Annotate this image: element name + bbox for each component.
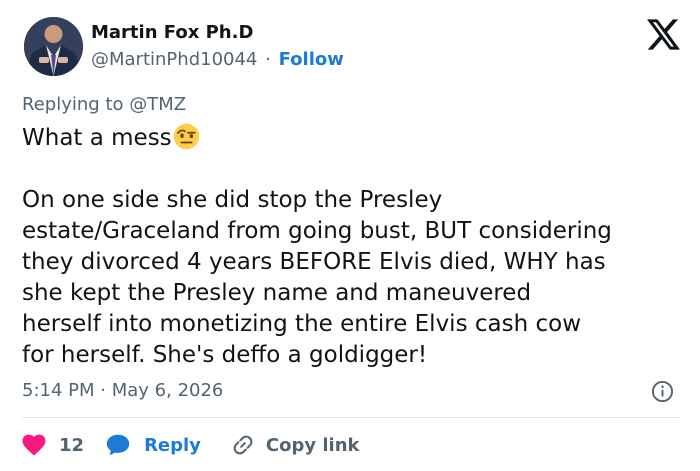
- x-logo-icon[interactable]: [647, 19, 680, 50]
- reply-context: Replying to @TMZ: [22, 94, 186, 115]
- tweet-first-line-text: What a mess: [22, 125, 172, 151]
- divider: [22, 417, 680, 418]
- like-button[interactable]: 12: [22, 434, 84, 456]
- tweet-time: 5:14 PM: [22, 380, 95, 401]
- reply-label: Reply: [144, 434, 201, 456]
- face-with-raised-eyebrow-icon: [173, 123, 199, 150]
- tweet-date: May 6, 2026: [111, 380, 224, 401]
- tweet-line: they divorced 4 years BEFORE Elvis died,…: [22, 249, 606, 275]
- copy-link-button[interactable]: Copy link: [232, 434, 360, 456]
- info-icon[interactable]: [651, 380, 674, 403]
- speech-bubble-icon: [106, 434, 130, 456]
- link-icon: [233, 435, 253, 455]
- tweet-timestamp[interactable]: 5:14 PM · May 6, 2026: [22, 380, 223, 401]
- follow-button[interactable]: Follow: [279, 49, 344, 70]
- tweet-line: for herself. She's deffo a goldigger!: [22, 342, 428, 368]
- handle-separator: ·: [265, 49, 271, 70]
- timestamp-separator: ·: [100, 380, 106, 401]
- tweet-first-line: What a mess: [22, 123, 682, 154]
- heart-icon: [22, 434, 46, 456]
- tweet-line: estate/Graceland from going bust, BUT co…: [22, 218, 612, 244]
- action-bar: 12 Reply Copy link: [22, 430, 360, 460]
- author-name[interactable]: Martin Fox Ph.D: [91, 22, 253, 43]
- copy-link-label: Copy link: [265, 434, 360, 456]
- reply-button[interactable]: Reply: [106, 434, 201, 456]
- tweet-text: What a mess On one side she did stop the…: [22, 123, 682, 371]
- tweet-line: herself into monetizing the entire Elvis…: [22, 311, 582, 337]
- avatar[interactable]: [24, 17, 83, 76]
- tweet-line: she kept the Presley name and maneuvered: [22, 280, 532, 306]
- reply-mention-link[interactable]: @TMZ: [129, 94, 186, 115]
- reply-context-prefix: Replying to: [22, 94, 124, 115]
- author-handle-row: @MartinPhd10044 · Follow: [91, 49, 344, 70]
- author-handle[interactable]: @MartinPhd10044: [91, 49, 257, 70]
- tweet-line: On one side she did stop the Presley: [22, 187, 443, 213]
- like-count: 12: [59, 434, 85, 456]
